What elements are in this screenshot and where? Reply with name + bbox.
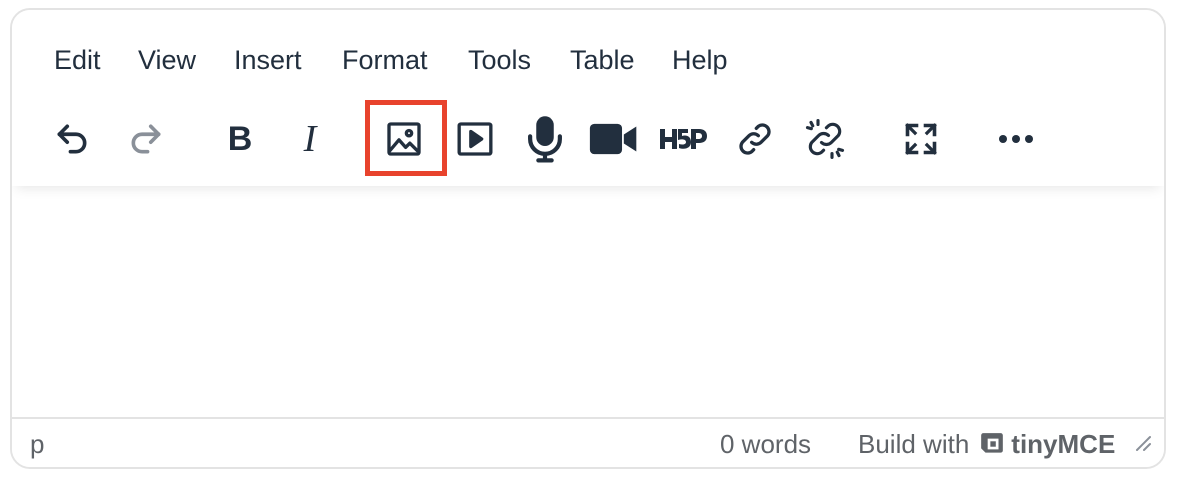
video-camera-icon	[589, 123, 637, 155]
italic-icon: I	[303, 118, 317, 160]
toolbar: B I	[12, 110, 1164, 186]
bold-icon: B	[227, 119, 253, 158]
tinymce-logo-icon	[979, 431, 1005, 457]
branding-prefix: Build with	[858, 429, 970, 459]
link-icon	[739, 123, 771, 155]
tinymce-branding-link[interactable]: Build with tinyMCE	[858, 427, 1115, 461]
embed-media-icon	[457, 122, 493, 156]
record-audio-button[interactable]	[520, 110, 570, 168]
statusbar: p 0 words Build with tinyMCE	[12, 417, 1164, 467]
menu-tools[interactable]: Tools	[468, 40, 531, 80]
microphone-icon	[528, 116, 562, 163]
editor-header: Edit View Insert Format Tools Table Help	[12, 10, 1164, 186]
menu-format[interactable]: Format	[342, 40, 428, 80]
menu-view[interactable]: View	[138, 40, 196, 80]
redo-icon	[131, 124, 161, 154]
bold-button[interactable]: B	[216, 110, 264, 168]
fullscreen-icon	[905, 123, 937, 155]
rich-text-editor: Edit View Insert Format Tools Table Help	[10, 8, 1166, 469]
word-count[interactable]: 0 words	[720, 427, 811, 461]
unlink-icon	[805, 119, 845, 159]
element-path[interactable]: p	[30, 427, 44, 461]
undo-icon	[57, 124, 87, 154]
resize-handle-icon[interactable]	[1134, 428, 1152, 459]
insert-image-button[interactable]	[378, 110, 430, 168]
menu-help[interactable]: Help	[672, 40, 728, 80]
menu-insert[interactable]: Insert	[234, 40, 302, 80]
fullscreen-button[interactable]	[896, 110, 946, 168]
menubar: Edit View Insert Format Tools Table Help	[12, 10, 1164, 110]
italic-button[interactable]: I	[286, 110, 334, 168]
more-button[interactable]	[990, 110, 1042, 168]
insert-media-button[interactable]	[450, 110, 500, 168]
record-video-button[interactable]	[588, 110, 640, 168]
editor-content-area[interactable]	[12, 186, 1164, 419]
menu-edit[interactable]: Edit	[54, 40, 101, 80]
remove-link-button[interactable]	[800, 110, 850, 168]
insert-h5p-button[interactable]	[658, 110, 710, 168]
menu-table[interactable]: Table	[570, 40, 635, 80]
h5p-icon	[660, 129, 707, 149]
image-icon	[387, 122, 421, 156]
undo-button[interactable]	[48, 110, 96, 168]
insert-link-button[interactable]	[730, 110, 780, 168]
more-icon	[999, 135, 1033, 143]
redo-button[interactable]	[122, 110, 170, 168]
branding-name: tinyMCE	[1011, 429, 1116, 459]
